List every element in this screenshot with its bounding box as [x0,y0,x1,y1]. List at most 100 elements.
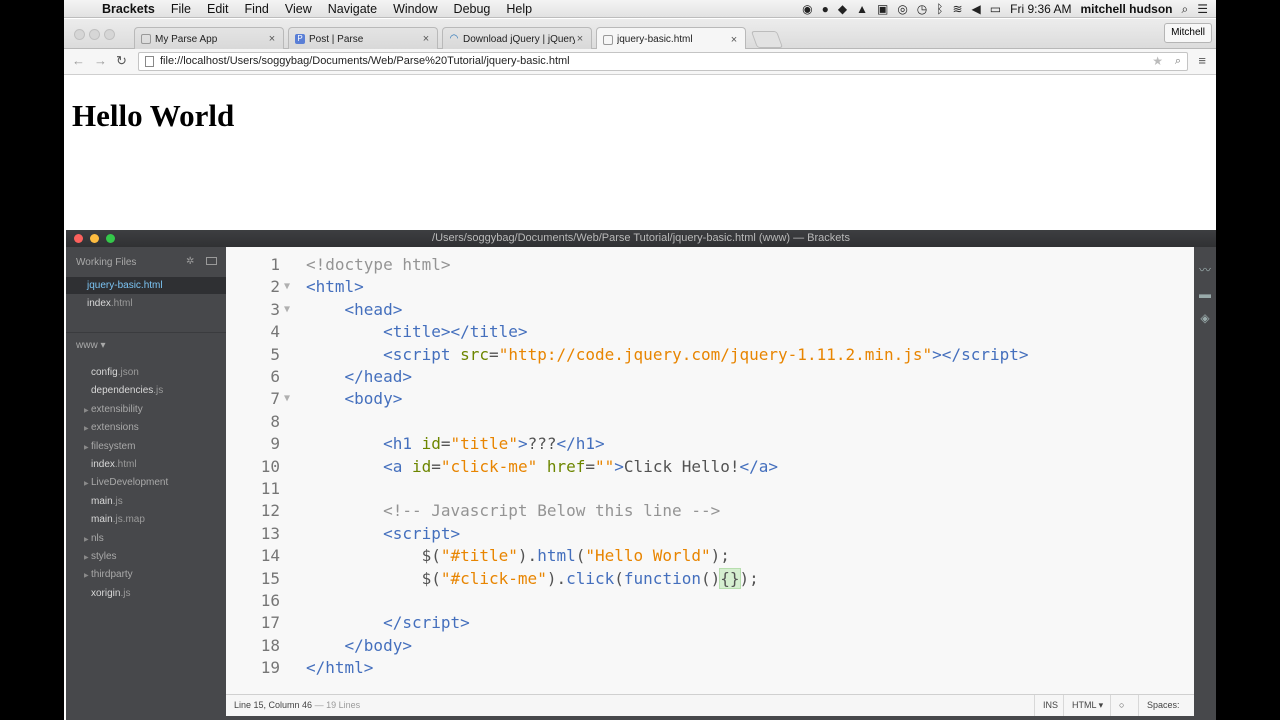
code-line[interactable]: 16 [226,590,1194,612]
code-line[interactable]: 11 [226,478,1194,500]
tree-item-name: dependencies [91,385,154,397]
fold-arrow-icon[interactable]: ▼ [284,388,296,410]
live-preview-icon[interactable]: 〰 [1198,261,1212,277]
battery-icon[interactable]: ▭ [990,2,1001,16]
code-line[interactable]: 13 <script> [226,523,1194,545]
working-file-item[interactable]: jquery-basic.html [66,277,226,294]
close-icon[interactable]: × [421,33,431,45]
menu-clock[interactable]: Fri 9:36 AM [1010,2,1071,16]
menu-find[interactable]: Find [237,2,277,16]
file-name: jquery-basic [87,280,141,291]
minimize-dot[interactable] [90,234,99,243]
code-line[interactable]: 10 <a id="click-me" href="">Click Hello!… [226,456,1194,478]
code-line[interactable]: 5 <script src="http://code.jquery.com/jq… [226,344,1194,366]
code-text: <head> [344,299,403,319]
screen-icon[interactable]: ▣ [877,2,888,16]
tree-file[interactable]: config.json [66,364,226,381]
back-arrow-icon[interactable]: ← [72,53,85,68]
record-icon[interactable]: ◉ [802,2,812,16]
tree-file[interactable]: xorigin.js [66,585,226,602]
code-line[interactable]: 6 </head> [226,366,1194,388]
tree-file[interactable]: main.js [66,493,226,510]
profile-button[interactable]: Mitchell [1164,23,1212,43]
menu-window[interactable]: Window [385,2,445,16]
gear-icon[interactable]: ✲ [186,256,194,267]
menu-app-name[interactable]: Brackets [94,2,163,16]
tree-folder[interactable]: ▶ extensions [66,419,226,436]
code-line[interactable]: 3 ▼ <head> [226,299,1194,321]
zoom-icon[interactable]: ⌕ [1175,53,1181,70]
code-line[interactable]: 19 </html> [226,657,1194,679]
hamburger-menu-icon[interactable]: ≡ [1198,53,1206,68]
fold-arrow-icon[interactable]: ▼ [284,299,296,321]
indent-setting[interactable]: Spaces: 4 [1138,695,1194,716]
bookmark-star-icon[interactable]: ★ [1152,53,1163,70]
zoom-dot[interactable] [106,234,115,243]
tree-folder[interactable]: ▶ filesystem [66,438,226,455]
notification-center-icon[interactable]: ☰ [1197,2,1208,16]
code-line[interactable]: 2 ▼ <html> [226,276,1194,298]
menu-navigate[interactable]: Navigate [320,2,385,16]
code-line[interactable]: 12 <!-- Javascript Below this line --> [226,500,1194,522]
code-line[interactable]: 14 $("#title").html("Hello World"); [226,545,1194,567]
project-dropdown[interactable]: www ▾ [76,340,105,351]
code-line[interactable]: 15 $("#click-me").click(function(){}); [226,567,1194,590]
drive-icon[interactable]: ▲ [856,2,868,16]
language-dropdown[interactable]: HTML ▾ [1063,695,1111,716]
code-line[interactable]: 1 <!doctype html> [226,254,1194,276]
close-icon[interactable]: × [267,33,277,45]
bluetooth-icon[interactable]: ᛒ [936,2,943,16]
close-dot[interactable] [74,234,83,243]
lint-status-icon[interactable]: ○ [1110,695,1138,716]
code-line[interactable]: 8 [226,411,1194,433]
browser-zoom-dot[interactable] [104,29,115,40]
browser-tab-active[interactable]: jquery-basic.html × [596,27,746,51]
browser-tab[interactable]: ◠ Download jQuery | jQuery × [442,27,592,50]
code-line[interactable]: 18 </body> [226,635,1194,657]
sync-icon[interactable]: ◎ [897,2,907,16]
menu-edit[interactable]: Edit [199,2,237,16]
new-tab-button[interactable] [750,31,784,48]
tree-folder[interactable]: ▶ extensibility [66,401,226,418]
tree-folder[interactable]: ▶ thirdparty [66,566,226,583]
working-file-item[interactable]: index.html [66,295,226,312]
extension-manager-icon[interactable]: ▬ [1198,287,1212,301]
menu-help[interactable]: Help [498,2,540,16]
dropbox-icon[interactable]: ◆ [838,2,847,16]
page-icon [141,34,151,44]
browser-tab[interactable]: My Parse App × [134,27,284,50]
menu-debug[interactable]: Debug [446,2,499,16]
tree-file[interactable]: dependencies.js [66,382,226,399]
time-machine-icon[interactable]: ◷ [917,2,927,16]
code-line[interactable]: 4 <title></title> [226,321,1194,343]
code-line[interactable]: 9 <h1 id="title">???</h1> [226,433,1194,455]
close-icon[interactable]: × [729,34,739,46]
tree-folder[interactable]: ▶ LiveDevelopment [66,474,226,491]
split-view-icon[interactable] [206,257,217,265]
close-icon[interactable]: × [575,33,585,45]
code-editor[interactable]: 1 <!doctype html> 2 ▼ <html> 3 ▼ <head> 4 <titl… [226,247,1194,694]
tree-file[interactable]: main.js.map [66,511,226,528]
address-bar[interactable]: file://localhost/Users/soggybag/Document… [138,52,1188,71]
menu-user[interactable]: mitchell hudson [1080,2,1172,16]
code-line[interactable]: 17 </script> [226,612,1194,634]
tree-file[interactable]: index.html [66,456,226,473]
insert-mode-indicator[interactable]: INS [1034,695,1066,716]
menu-view[interactable]: View [277,2,320,16]
volume-icon[interactable]: ◀ [972,2,981,16]
fold-arrow-icon[interactable]: ▼ [284,276,296,298]
forward-arrow-icon[interactable]: → [94,53,107,68]
menu-file[interactable]: File [163,2,199,16]
wifi-icon[interactable]: ≋ [952,2,962,16]
reload-icon[interactable]: ↻ [116,53,127,69]
camera-icon[interactable]: ● [822,2,829,16]
browser-close-dot[interactable] [74,29,85,40]
tree-folder[interactable]: ▶ nls [66,530,226,547]
code-line[interactable]: 7 ▼ <body> [226,388,1194,410]
code-text: <!doctype html> [306,255,451,274]
spotlight-icon[interactable]: ⌕ [1182,2,1189,17]
browser-minimize-dot[interactable] [89,29,100,40]
layers-icon[interactable]: ◈ [1198,311,1212,325]
browser-tab[interactable]: P Post | Parse × [288,27,438,50]
tree-folder[interactable]: ▶ styles [66,548,226,565]
